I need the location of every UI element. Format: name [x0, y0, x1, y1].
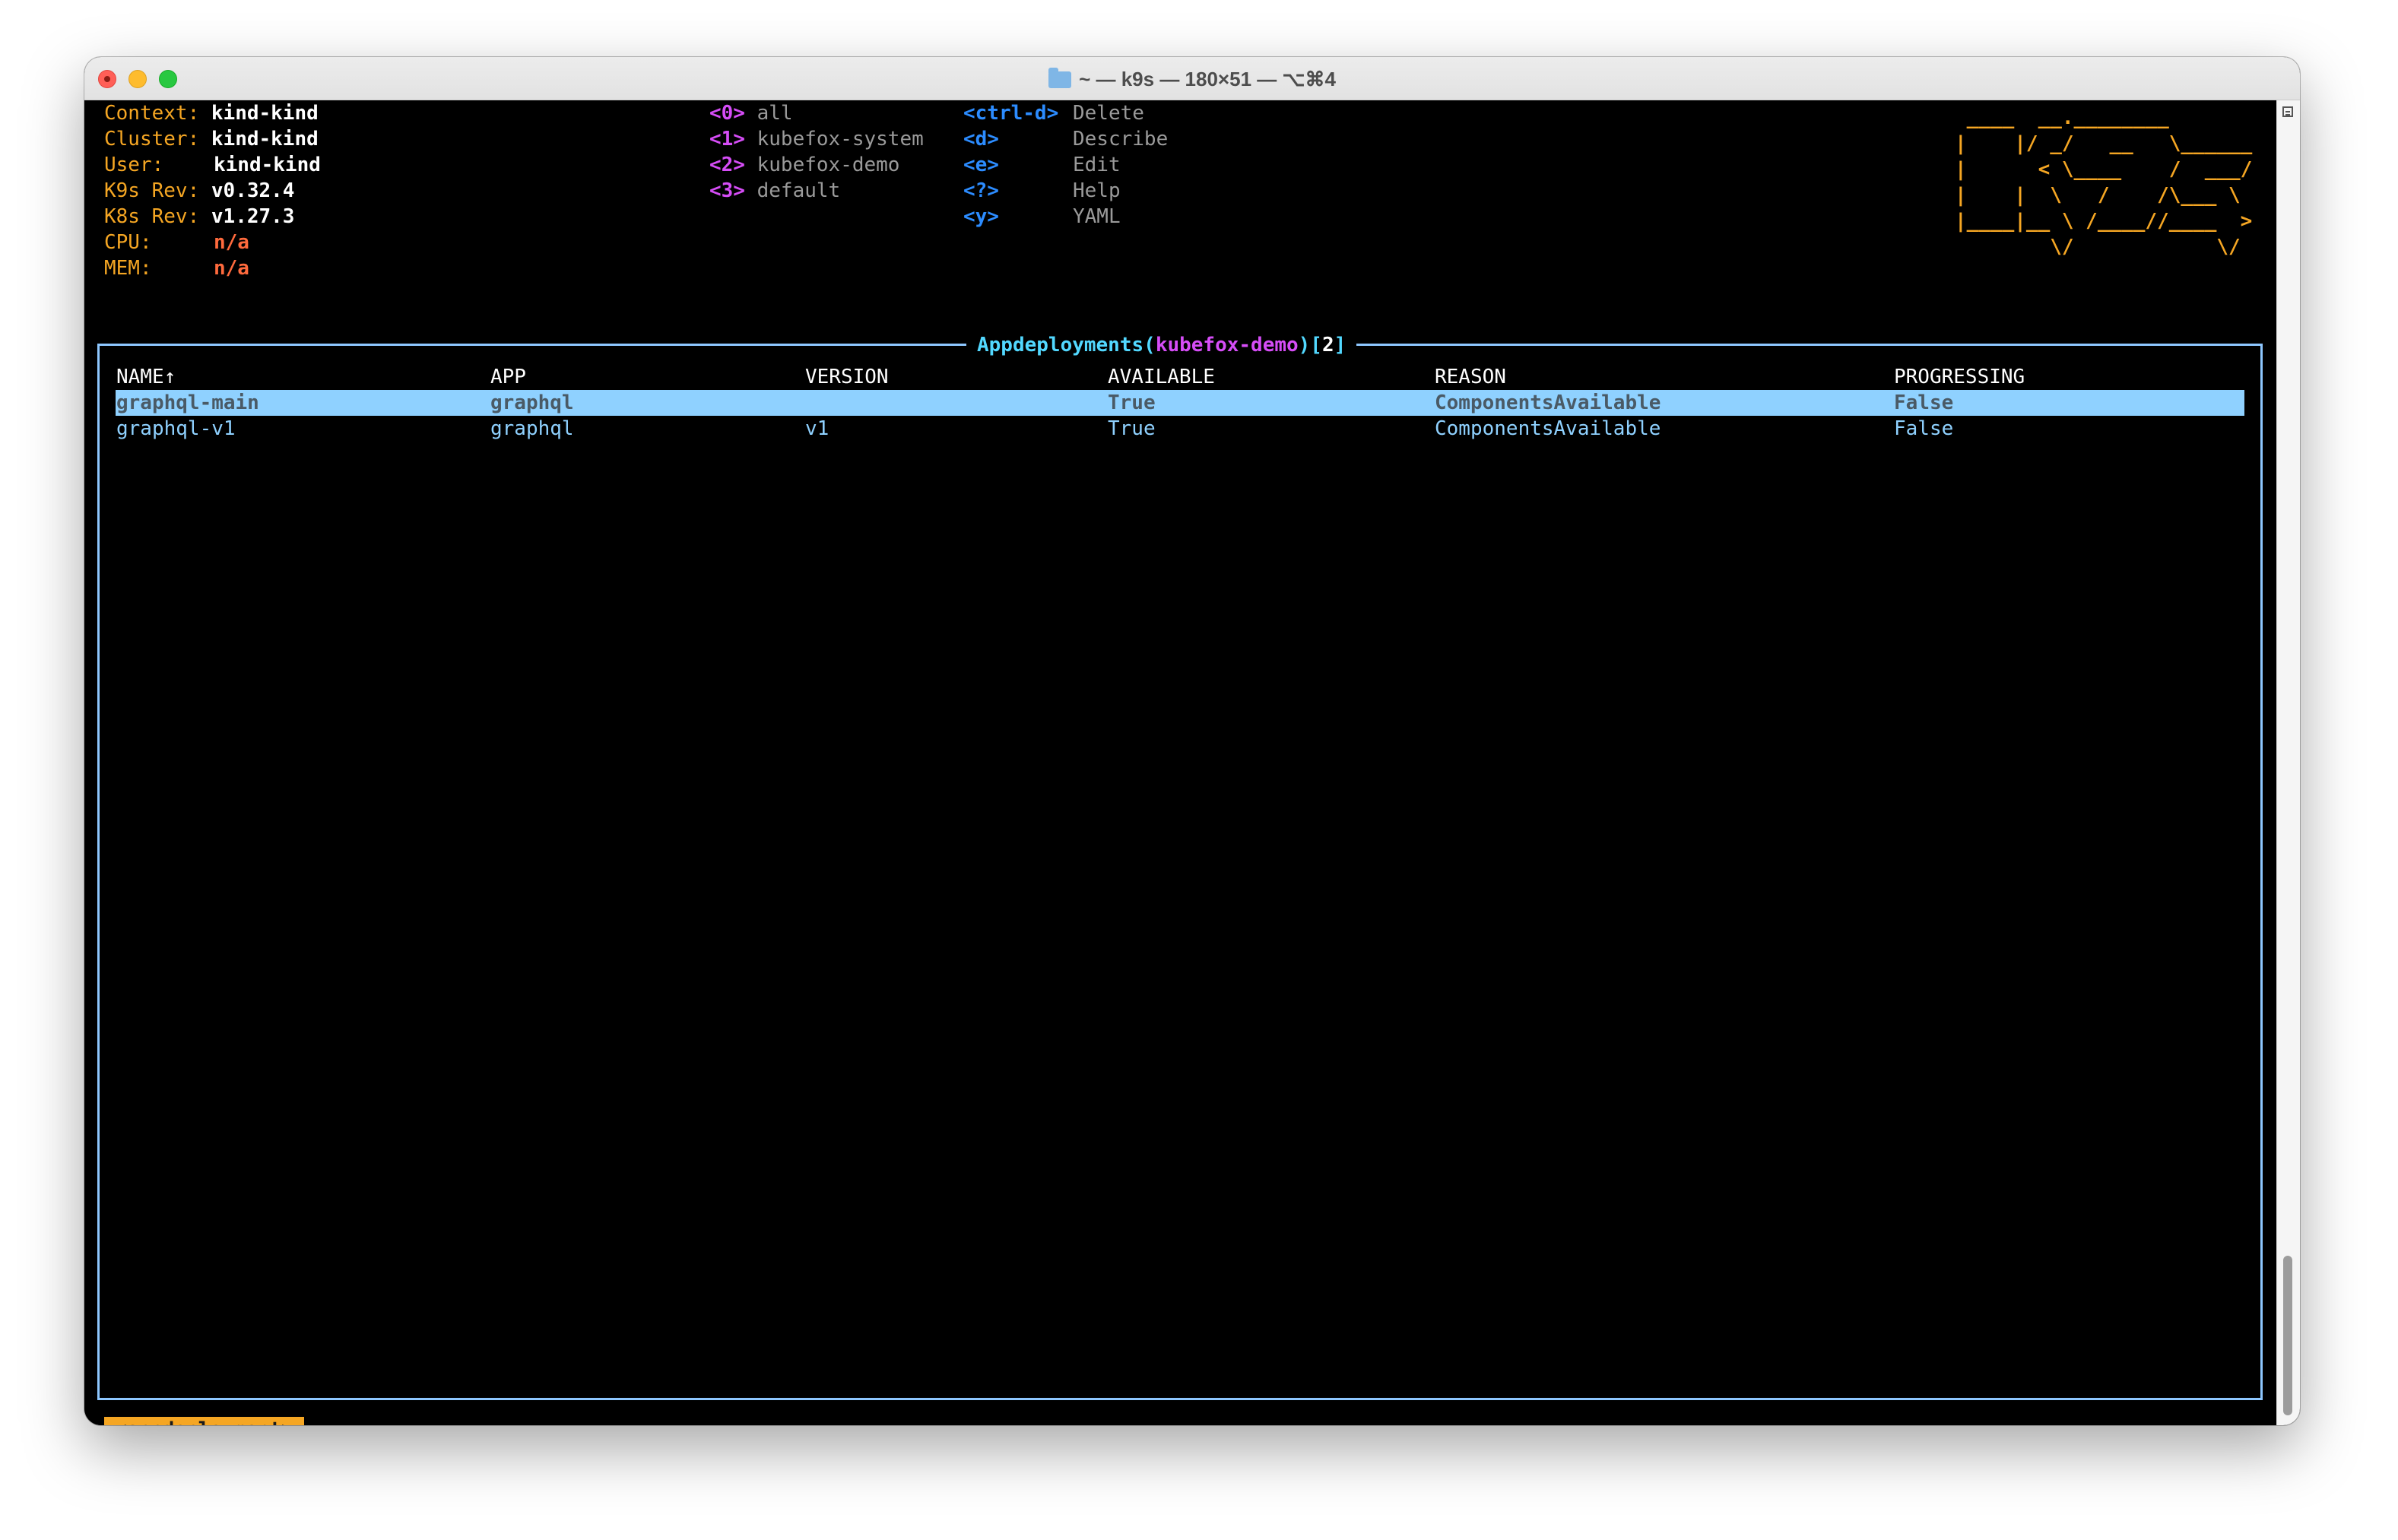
hotkey-yaml[interactable]: <y> YAML	[963, 204, 1121, 230]
info-value: v1.27.3	[211, 205, 295, 228]
column-header-progressing[interactable]: PROGRESSING	[1894, 364, 2025, 390]
table-title-resource: Appdeployments	[977, 334, 1144, 356]
namespace-shortcut-kubefox-demo[interactable]: <2> kubefox-demo	[709, 152, 899, 178]
namespace-key: <2>	[709, 154, 745, 176]
scrollbar-thumb[interactable]	[2283, 1256, 2292, 1415]
k9s-logo: ____ __.________ | |/ _/ __ \______ | < \…	[1955, 105, 2252, 260]
namespace-key: <0>	[709, 102, 745, 125]
hotkey-name: Delete	[1073, 102, 1144, 125]
info-mem: MEM: n/a	[104, 255, 249, 281]
namespace-key: <1>	[709, 128, 745, 151]
namespace-name: all	[757, 102, 793, 125]
table-title-namespace: kubefox-demo	[1155, 334, 1299, 356]
hotkey-name: Describe	[1073, 128, 1169, 151]
logo-line: \/ \/	[1955, 236, 2253, 258]
info-value: n/a	[214, 231, 249, 254]
info-cluster: Cluster: kind-kind	[104, 126, 319, 152]
hotkey-edit[interactable]: <e> Edit	[963, 152, 1121, 178]
info-value: kind-kind	[211, 102, 319, 125]
logo-line: ____ __.________	[1955, 106, 2253, 129]
namespace-key: <3>	[709, 179, 745, 202]
terminal-window: ~ — k9s — 180×51 — ⌥⌘4 Context: kind-kin…	[84, 57, 2300, 1425]
logo-line: | | \ / /\___ \	[1955, 184, 2253, 207]
hotkey-name: Help	[1073, 179, 1121, 202]
hotkey-key: <d>	[963, 128, 999, 151]
cell-available: True	[1108, 391, 1156, 414]
namespace-shortcut-kubefox-system[interactable]: <1> kubefox-system	[709, 126, 924, 152]
column-header-reason[interactable]: REASON	[1435, 364, 1506, 390]
hotkey-name: Edit	[1073, 154, 1121, 176]
info-label: Context:	[104, 102, 200, 125]
column-header-name[interactable]: NAME↑	[116, 364, 176, 390]
namespace-name: kubefox-demo	[757, 154, 900, 176]
hotkey-name: YAML	[1073, 205, 1121, 228]
logo-line: |____|__ \ /____//____ >	[1955, 210, 2253, 233]
hotkey-describe[interactable]: <d> Describe	[963, 126, 1168, 152]
table-title-count: 2	[1321, 334, 1334, 356]
namespace-name: kubefox-system	[757, 128, 924, 151]
info-label: K9s Rev:	[104, 179, 200, 202]
cell-progressing: False	[1894, 417, 1954, 440]
logo-line: | |/ _/ __ \______	[1955, 132, 2253, 155]
cell-app: graphql	[490, 391, 574, 414]
namespace-name: default	[757, 179, 841, 202]
cell-name: graphql-v1	[116, 417, 236, 440]
info-value: v0.32.4	[211, 179, 295, 202]
scrollbar[interactable]	[2276, 100, 2300, 1425]
cell-app: graphql	[490, 417, 574, 440]
hotkey-key: <y>	[963, 205, 999, 228]
info-label: Cluster:	[104, 128, 200, 151]
info-label: MEM:	[104, 257, 152, 280]
column-header-available[interactable]: AVAILABLE	[1108, 364, 1215, 390]
breadcrumb[interactable]: <appdeployment>	[104, 1417, 304, 1425]
column-header-version[interactable]: VERSION	[805, 364, 889, 390]
resource-table-frame	[97, 344, 2263, 1400]
hotkey-delete[interactable]: <ctrl-d> Delete	[963, 100, 1144, 126]
info-label: CPU:	[104, 231, 152, 254]
cell-name: graphql-main	[116, 391, 259, 414]
info-k9s-rev: K9s Rev: v0.32.4	[104, 178, 294, 204]
column-header-app[interactable]: APP	[490, 364, 526, 390]
hotkey-help[interactable]: <?> Help	[963, 178, 1121, 204]
window-title-text: ~ — k9s — 180×51 — ⌥⌘4	[1079, 68, 1336, 90]
info-context: Context: kind-kind	[104, 100, 319, 126]
info-value: kind-kind	[214, 154, 321, 176]
info-user: User: kind-kind	[104, 152, 321, 178]
terminal-content[interactable]: Context: kind-kind Cluster: kind-kind Us…	[84, 100, 2277, 1425]
info-value: n/a	[214, 257, 249, 280]
info-cpu: CPU: n/a	[104, 230, 249, 255]
namespace-shortcut-default[interactable]: <3> default	[709, 178, 840, 204]
info-label: K8s Rev:	[104, 205, 200, 228]
cell-progressing: False	[1894, 391, 1954, 414]
info-label: User:	[104, 154, 164, 176]
cell-version: v1	[805, 417, 829, 440]
info-k8s-rev: K8s Rev: v1.27.3	[104, 204, 294, 230]
hotkey-key: <e>	[963, 154, 999, 176]
folder-icon	[1048, 68, 1072, 88]
cell-reason: ComponentsAvailable	[1435, 391, 1661, 414]
cell-available: True	[1108, 417, 1156, 440]
scrollbar-menu-icon[interactable]	[2282, 106, 2293, 117]
info-value: kind-kind	[211, 128, 319, 151]
logo-line: | < \____ / ___/	[1955, 158, 2253, 181]
title-bar[interactable]: ~ — k9s — 180×51 — ⌥⌘4	[84, 57, 2300, 100]
window-title: ~ — k9s — 180×51 — ⌥⌘4	[84, 68, 2300, 91]
table-title: Appdeployments(kubefox-demo)[2]	[966, 332, 1357, 358]
namespace-shortcut-all[interactable]: <0> all	[709, 100, 793, 126]
cell-reason: ComponentsAvailable	[1435, 417, 1661, 440]
hotkey-key: <?>	[963, 179, 999, 202]
hotkey-key: <ctrl-d>	[963, 102, 1059, 125]
